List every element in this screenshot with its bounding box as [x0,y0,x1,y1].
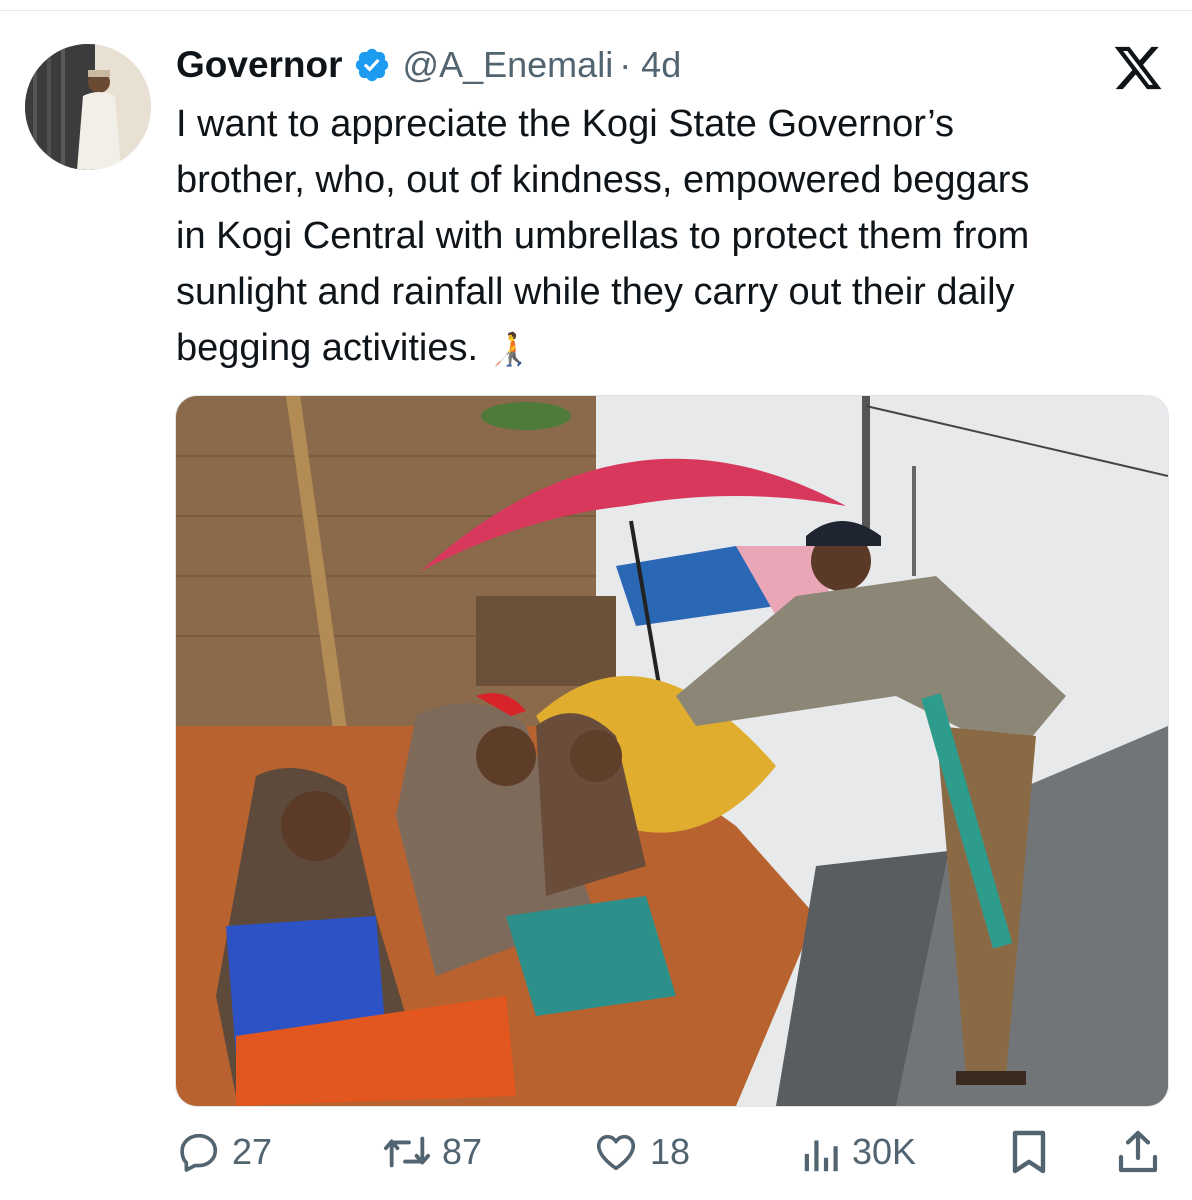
views-icon [804,1140,838,1172]
top-divider [0,10,1192,11]
avatar-image [25,44,151,170]
views-count: 30K [852,1131,917,1172]
share-icon [1118,1130,1158,1173]
photo-illustration [176,396,1168,1106]
repost-count: 87 [442,1131,483,1172]
views-button[interactable]: 30K [802,1120,916,1184]
avatar[interactable] [25,44,151,170]
timestamp[interactable]: · 4d [619,44,681,86]
reply-count: 27 [232,1131,273,1172]
repost-button[interactable]: 87 [382,1120,482,1184]
handle[interactable]: @A_Enemali [403,44,614,86]
tweet-body: I want to appreciate the Kogi State Gove… [176,103,1030,369]
repost-icon [383,1136,430,1168]
tweet-header: Governor @A_Enemali · 4d [176,38,681,92]
like-button[interactable]: 18 [592,1120,690,1184]
blind-person-emoji: 🧑‍🦯 [488,331,529,367]
display-name[interactable]: Governor [176,44,343,86]
like-icon [596,1134,636,1171]
bookmark-button[interactable] [1008,1120,1050,1184]
verified-badge-icon [355,48,388,82]
tweet-photo[interactable] [175,395,1169,1107]
reply-button[interactable]: 27 [176,1120,272,1184]
reply-icon [180,1133,218,1172]
bookmark-icon [1012,1130,1046,1174]
x-logo-icon [1114,46,1162,90]
tweet-text: I want to appreciate the Kogi State Gove… [176,96,1176,377]
share-button[interactable] [1116,1120,1160,1184]
action-bar: 27 87 18 30K [0,1120,1192,1184]
like-count: 18 [650,1131,691,1172]
